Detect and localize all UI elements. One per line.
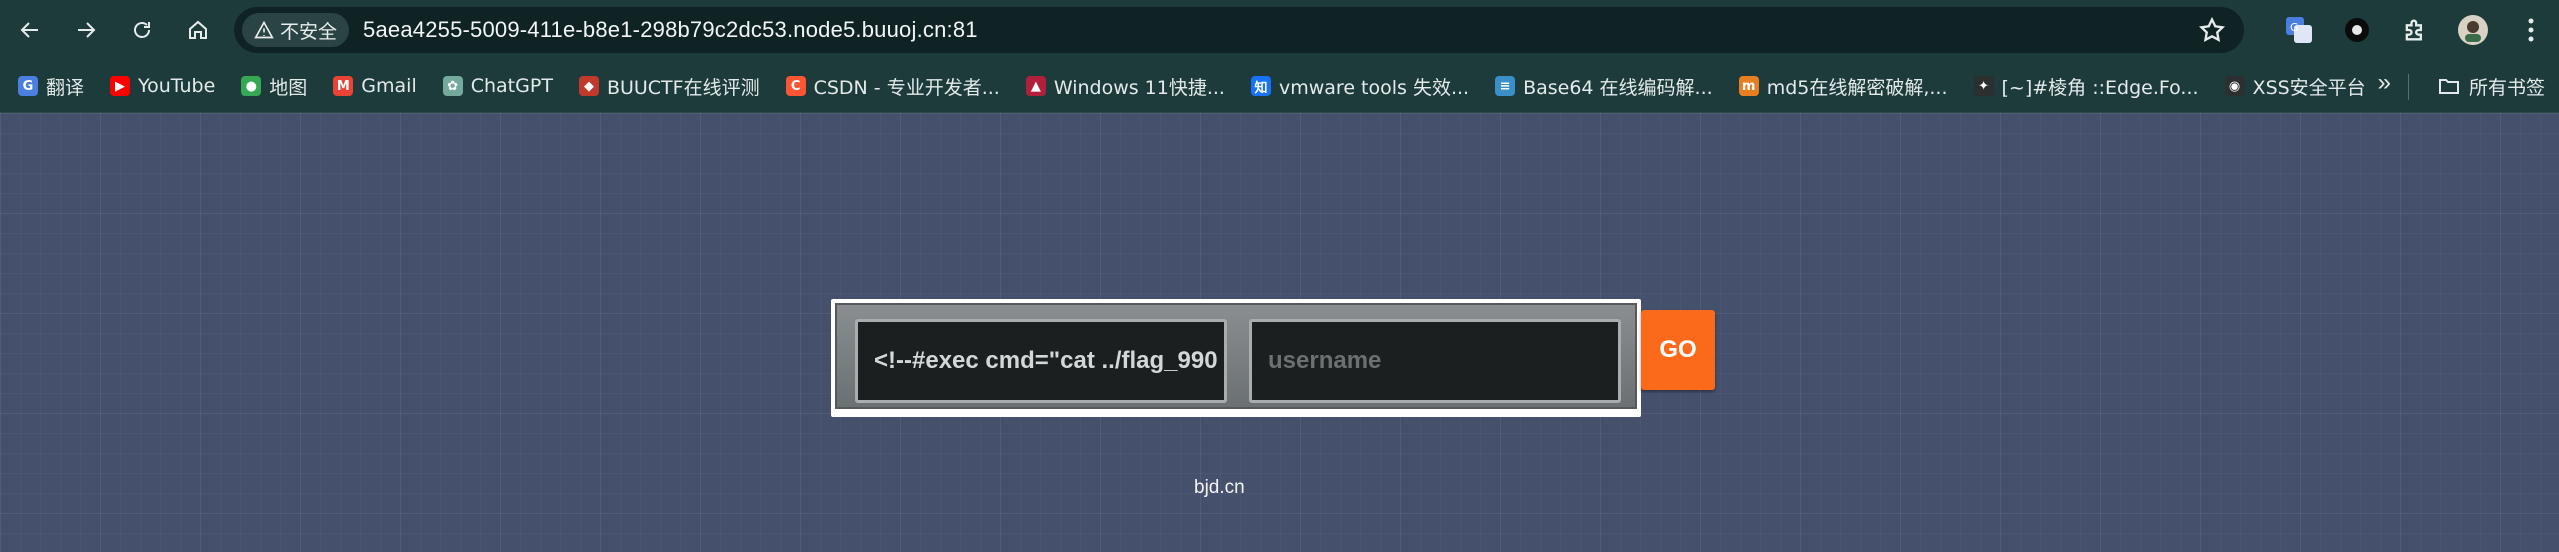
bookmark-label: BUUCTF在线评测: [606, 76, 760, 99]
bookmark-item[interactable]: ◉ XSS安全平台: [2215, 69, 2376, 103]
security-label: 不安全: [280, 20, 338, 43]
bookmark-item[interactable]: m md5在线解密破解,...: [1729, 69, 1958, 103]
page-content: <!--#exec cmd="cat ../flag_990 username …: [0, 113, 2559, 552]
bookmark-item[interactable]: ◆ BUUCTF在线评测: [569, 69, 770, 103]
bookmark-label: ChatGPT: [470, 75, 553, 97]
back-icon[interactable]: [8, 8, 52, 52]
xss-icon: ◉: [2224, 76, 2245, 96]
youtube-icon: ▶: [110, 76, 131, 96]
bookmark-item[interactable]: ▶ YouTube: [100, 69, 225, 103]
password-field[interactable]: <!--#exec cmd="cat ../flag_990: [855, 319, 1227, 403]
bookmark-label: 地图: [269, 76, 308, 99]
all-bookmarks-label: 所有书签: [2468, 76, 2545, 99]
bookmark-item[interactable]: ≡ Base64 在线编码解...: [1485, 69, 1723, 103]
md5-icon: m: [1738, 76, 1759, 96]
translate-icon[interactable]: G: [2281, 12, 2317, 48]
bookmarks-bar: G 翻译 ▶ YouTube ● 地图 M Gmail ✿ ChatGPT ◆ BUUCTF在线评测 C…: [0, 60, 2559, 113]
bookmark-item[interactable]: 知 vmware tools 失效...: [1241, 69, 1479, 103]
browser-toolbar: 不安全 5aea4255-5009-411e-b8e1-298b79c2dc53…: [0, 0, 2559, 60]
bookmark-label: Gmail: [361, 75, 417, 97]
security-indicator[interactable]: 不安全: [242, 13, 350, 47]
url-text[interactable]: 5aea4255-5009-411e-b8e1-298b79c2dc53.nod…: [363, 17, 978, 43]
more-icon[interactable]: [2513, 12, 2549, 48]
bookmark-label: Windows 11快捷...: [1053, 76, 1225, 99]
forward-icon[interactable]: [64, 8, 108, 52]
bookmark-item[interactable]: ✿ ChatGPT: [433, 69, 563, 103]
bookmark-label: md5在线解密破解,...: [1766, 76, 1948, 99]
bookmark-item[interactable]: ● 地图: [231, 69, 317, 103]
address-bar[interactable]: 不安全 5aea4255-5009-411e-b8e1-298b79c2dc53…: [234, 7, 2244, 53]
login-form: <!--#exec cmd="cat ../flag_990 username: [831, 299, 1641, 417]
edge-forum-icon: ✦: [1973, 76, 1994, 96]
bookmark-item[interactable]: G 翻译: [8, 69, 94, 103]
chatgpt-icon: ✿: [442, 76, 463, 96]
translate-icon: G: [18, 76, 38, 96]
bookmark-label: XSS安全平台: [2252, 76, 2366, 99]
bookmarks-divider: [2408, 74, 2409, 100]
maps-pin-icon: ●: [241, 76, 262, 96]
all-bookmarks-button[interactable]: 所有书签: [2437, 69, 2545, 103]
zhihu-icon: 知: [1250, 76, 1271, 96]
warning-icon: [254, 20, 274, 39]
bookmark-label: CSDN - 专业开发者...: [813, 76, 1000, 99]
puzzle-icon[interactable]: [2397, 12, 2433, 48]
bookmark-item[interactable]: M Gmail: [323, 69, 426, 103]
base64-icon: ≡: [1495, 76, 1516, 96]
csdn-icon: C: [785, 76, 806, 96]
bookmark-label: [~]#棱角 ::Edge.Fo...: [2001, 76, 2199, 99]
bookmark-label: Base64 在线编码解...: [1523, 76, 1713, 99]
go-button[interactable]: GO: [1641, 310, 1715, 390]
form-panel: <!--#exec cmd="cat ../flag_990 username: [835, 303, 1637, 409]
footer-text: bjd.cn: [1194, 477, 1245, 498]
home-icon[interactable]: [176, 8, 220, 52]
gmail-icon: M: [333, 76, 354, 96]
bookmark-item[interactable]: ✦ [~]#棱角 ::Edge.Fo...: [1964, 69, 2209, 103]
star-icon[interactable]: [2198, 16, 2226, 44]
bookmark-item[interactable]: ▲ Windows 11快捷...: [1016, 69, 1235, 103]
bookmark-label: 翻译: [46, 76, 85, 99]
bookmark-item[interactable]: C CSDN - 专业开发者...: [776, 69, 1010, 103]
extensions-area: G: [2281, 0, 2559, 60]
svg-text:G: G: [2290, 21, 2299, 34]
folder-icon: [2438, 79, 2459, 94]
windows-icon: ▲: [1025, 76, 1046, 96]
username-field[interactable]: username: [1249, 319, 1621, 403]
avatar[interactable]: [2455, 12, 2491, 48]
bookmark-label: vmware tools 失效...: [1278, 76, 1470, 99]
bookmarks-overflow-button[interactable]: »: [2378, 69, 2391, 97]
reload-icon[interactable]: [120, 8, 164, 52]
buuctf-icon: ◆: [578, 76, 599, 96]
extension-circle-icon[interactable]: [2339, 12, 2375, 48]
bookmark-label: YouTube: [138, 75, 216, 97]
